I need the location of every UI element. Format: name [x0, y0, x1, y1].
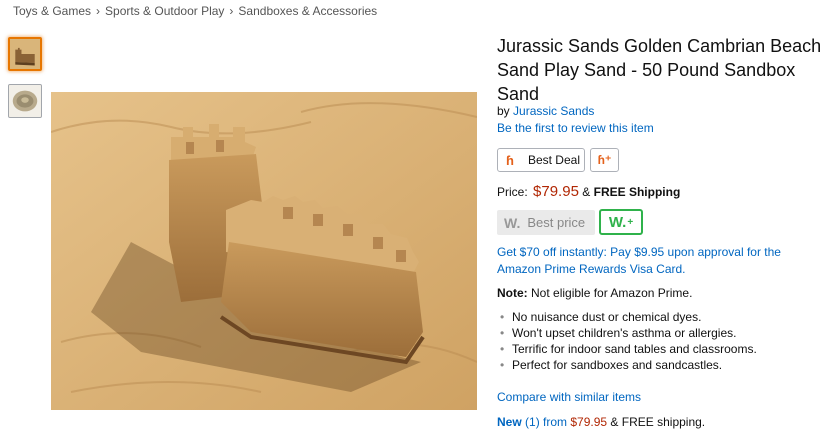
breadcrumb-item-sports-outdoor[interactable]: Sports & Outdoor Play [105, 4, 224, 18]
feature-bullet: Won't upset children's asthma or allergi… [497, 325, 757, 341]
credit-card-promo-link[interactable]: Get $70 off instantly: Pay $9.95 upon ap… [497, 244, 822, 278]
shipping-text: FREE Shipping [593, 185, 681, 199]
feature-bullet: Perfect for sandboxes and sandcastles. [497, 357, 757, 373]
new-count: (1) from [525, 415, 568, 429]
best-deal-label: Best Deal [527, 153, 580, 167]
new-offers-row: New (1) from $79.95 & FREE shipping. [497, 415, 705, 429]
new-offer-shipping: & FREE shipping. [610, 415, 706, 429]
compare-similar-link[interactable]: Compare with similar items [497, 390, 641, 404]
wikibuy-w-icon: W. [504, 214, 521, 231]
new-offer-price: $79.95 [570, 415, 608, 429]
thumbnail-sandcastle[interactable] [8, 37, 42, 71]
note-text: Not eligible for Amazon Prime. [531, 286, 693, 300]
wikibuy-plus-sup: + [627, 216, 634, 228]
note-label: Note: [497, 286, 528, 300]
thumbnail-sand-bag[interactable] [8, 84, 42, 118]
sandcastle-photo [51, 92, 477, 410]
main-product-image[interactable] [51, 92, 477, 410]
breadcrumb-separator: › [96, 4, 101, 18]
price-value: $79.95 [533, 183, 579, 200]
honey-h-icon: ɦ [506, 152, 514, 168]
breadcrumb-separator: › [229, 4, 234, 18]
price-label: Price: [497, 185, 528, 199]
brand-link[interactable]: Jurassic Sands [513, 104, 594, 118]
feature-bullet: Terrific for indoor sand tables and clas… [497, 341, 757, 357]
price-row: Price: $79.95 & FREE Shipping [497, 183, 680, 200]
best-price-label: Best price [527, 215, 586, 230]
byline-prefix: by [497, 104, 510, 118]
wikibuy-plus-icon: W. [608, 213, 627, 231]
honey-plus-icon: ɦ⁺ [597, 153, 612, 167]
breadcrumb: Toys & Games › Sports & Outdoor Play › Sandb… [13, 4, 377, 18]
sandcastle-thumbnail-image [10, 39, 40, 69]
sand-bag-thumbnail-image [9, 85, 41, 117]
best-price-badge[interactable]: W. Best price [497, 210, 595, 235]
breadcrumb-item-sandboxes[interactable]: Sandboxes & Accessories [238, 4, 377, 18]
best-deal-button[interactable]: ɦ Best Deal [497, 148, 585, 172]
honey-plus-button[interactable]: ɦ⁺ [590, 148, 619, 172]
feature-bullets: No nuisance dust or chemical dyes. Won't… [497, 309, 757, 373]
wikibuy-plus-button[interactable]: W. + [599, 209, 643, 235]
new-offers-link[interactable]: New (1) from [497, 415, 567, 429]
breadcrumb-item-toys-games[interactable]: Toys & Games [13, 4, 91, 18]
product-title: Jurassic Sands Golden Cambrian Beach San… [497, 36, 822, 104]
byline: by Jurassic Sands [497, 104, 594, 118]
shipping-amp: & [582, 185, 591, 199]
new-label: New [497, 415, 522, 429]
prime-note: Note: Not eligible for Amazon Prime. [497, 286, 692, 300]
first-review-link[interactable]: Be the first to review this item [497, 121, 654, 135]
feature-bullet: No nuisance dust or chemical dyes. [497, 309, 757, 325]
